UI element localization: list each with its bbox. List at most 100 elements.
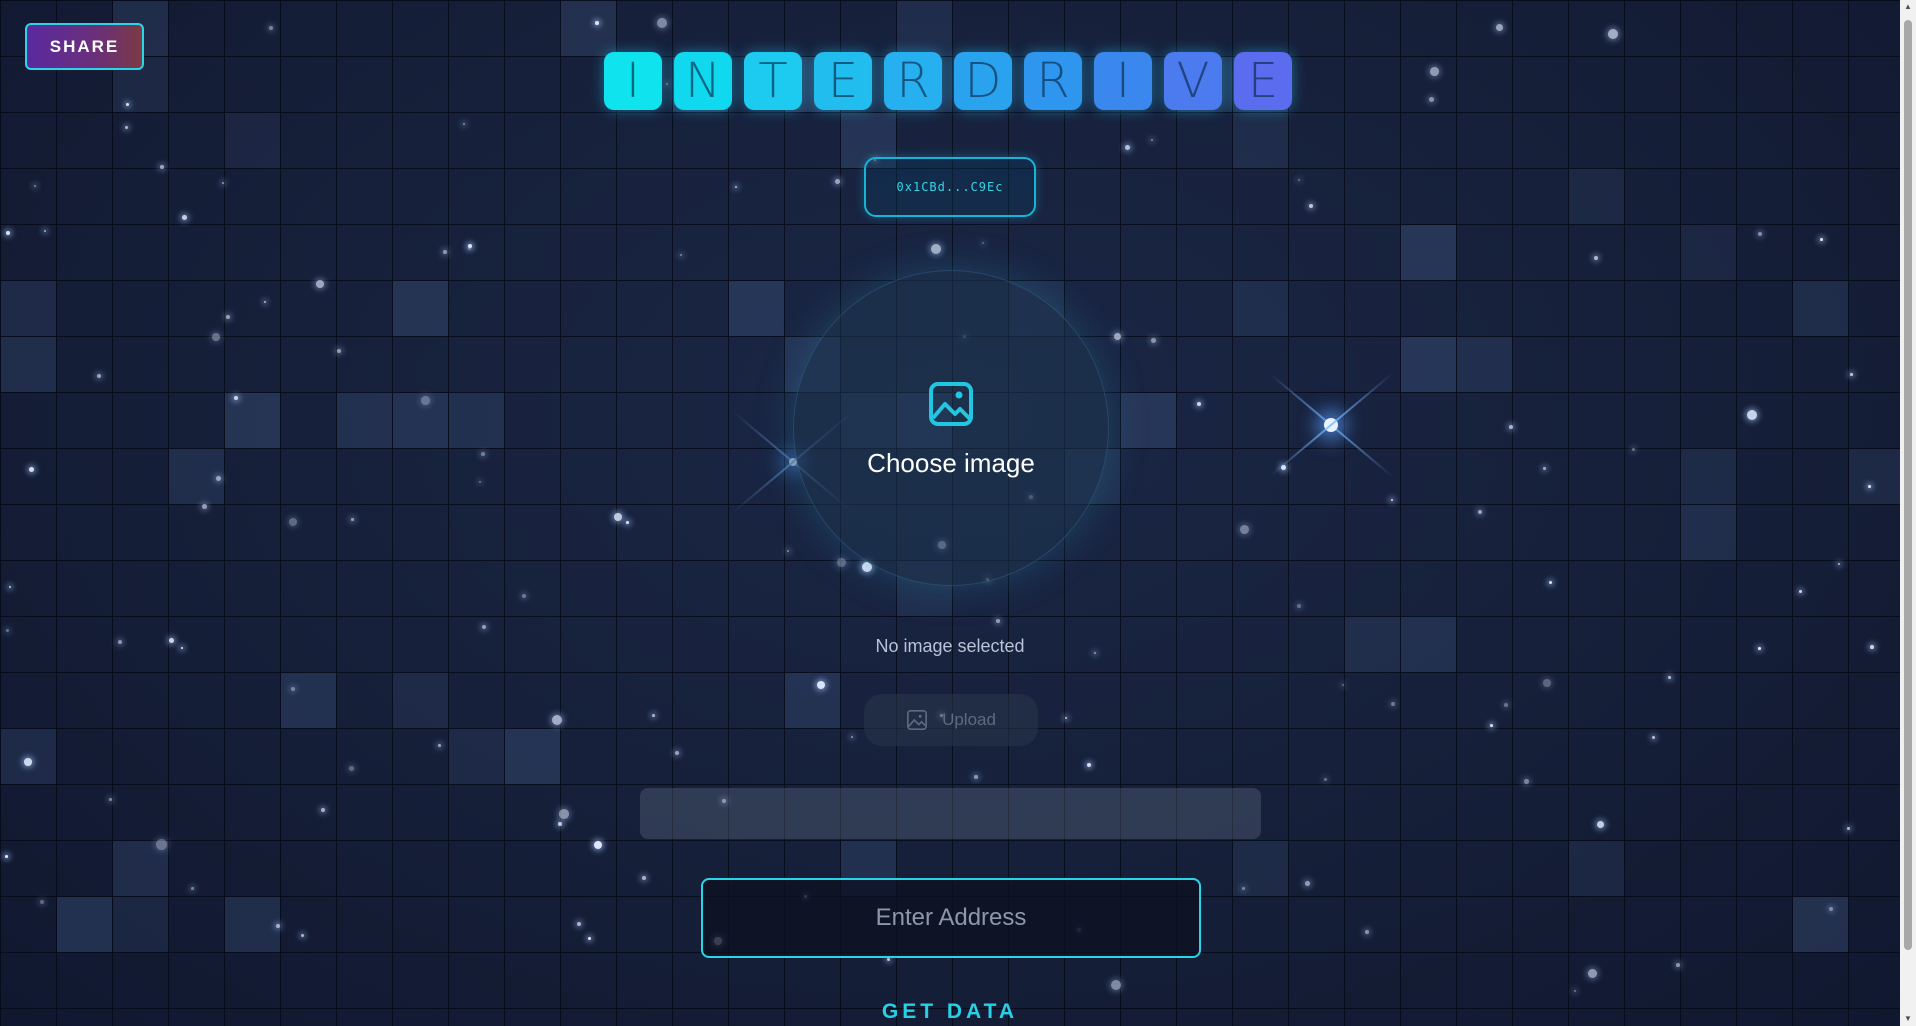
background-star (40, 900, 45, 905)
share-button[interactable]: SHARE (25, 23, 144, 70)
background-tile (1793, 281, 1848, 336)
background-star (289, 518, 297, 526)
background-star (577, 922, 582, 927)
background-star (1151, 338, 1156, 343)
background-star (982, 242, 985, 245)
choose-image-dropzone[interactable]: Choose image (793, 270, 1109, 586)
background-star (558, 822, 562, 826)
background-star (1391, 499, 1394, 502)
background-star (482, 625, 487, 630)
background-star (226, 315, 230, 319)
background-star (1490, 724, 1493, 727)
background-star (626, 521, 629, 524)
scroll-up-arrow-icon[interactable]: ▲ (1903, 2, 1913, 12)
background-star (1632, 448, 1636, 452)
background-star (479, 481, 482, 484)
background-star (588, 937, 591, 940)
background-tile (393, 673, 448, 728)
background-tile (225, 897, 280, 952)
background-star (1496, 24, 1504, 32)
background-star (837, 558, 846, 567)
background-star (1747, 410, 1758, 421)
background-star (97, 374, 102, 379)
background-star (675, 751, 680, 756)
background-star (5, 855, 8, 858)
scroll-down-arrow-icon[interactable]: ▼ (1903, 1014, 1913, 1024)
background-star (234, 396, 238, 400)
background-star (276, 924, 280, 928)
title-letter: N (674, 52, 732, 110)
background-star (1281, 465, 1286, 470)
wallet-address-badge[interactable]: 0x1CBd...C9Ec (864, 157, 1036, 217)
background-star (1608, 29, 1618, 39)
background-star (735, 186, 738, 189)
background-star (1588, 969, 1598, 979)
background-tile (1, 337, 56, 392)
background-tile (393, 281, 448, 336)
scrollbar-thumb[interactable] (1904, 20, 1912, 950)
background-star (1574, 990, 1577, 993)
star-flare (1251, 345, 1411, 505)
image-icon (929, 382, 973, 426)
background-star (652, 714, 655, 717)
background-tile (1569, 169, 1624, 224)
background-star (614, 513, 622, 521)
background-star (1868, 485, 1871, 488)
background-star (1365, 930, 1370, 935)
background-tile (729, 281, 784, 336)
get-data-button[interactable]: GET DATA (0, 1000, 1900, 1024)
background-tile (1681, 449, 1736, 504)
background-tile (1233, 841, 1288, 896)
app-title: INTERDRIVE (604, 52, 1292, 110)
background-star (552, 715, 563, 726)
background-tile (169, 449, 224, 504)
background-star (974, 775, 978, 779)
background-star (996, 619, 1000, 623)
background-tile (113, 841, 168, 896)
background-star (1309, 204, 1314, 209)
background-star (301, 934, 304, 937)
background-tile (1, 281, 56, 336)
background-star (1652, 736, 1656, 740)
background-star (817, 681, 826, 690)
background-star (269, 26, 273, 30)
background-star (125, 126, 129, 130)
background-star (34, 185, 37, 188)
background-star (887, 958, 891, 962)
address-input[interactable] (701, 878, 1201, 958)
file-status-text: No image selected (875, 636, 1025, 656)
background-tile (1793, 897, 1848, 952)
background-star (1478, 510, 1483, 515)
title-letter: E (814, 52, 872, 110)
background-tile (1457, 337, 1512, 392)
upload-button[interactable]: Upload (864, 694, 1038, 746)
background-star (24, 758, 32, 766)
background-star (337, 349, 342, 354)
background-star (44, 230, 47, 233)
background-star (835, 179, 840, 184)
background-star (1430, 67, 1439, 76)
background-tile (1233, 281, 1288, 336)
background-star (1065, 717, 1068, 720)
background-star (851, 736, 853, 738)
background-star (421, 396, 430, 405)
background-star (1847, 827, 1851, 831)
background-star (1838, 563, 1841, 566)
title-letter: I (604, 52, 662, 110)
background-star (291, 687, 295, 691)
background-tile (1569, 841, 1624, 896)
background-tile (785, 673, 840, 728)
background-tile (1121, 393, 1176, 448)
background-star (264, 301, 267, 304)
background-star (1668, 676, 1671, 679)
background-star (321, 808, 326, 813)
background-star (1240, 525, 1249, 534)
background-tile (1401, 337, 1456, 392)
background-star (1342, 684, 1345, 687)
background-star (1324, 778, 1328, 782)
background-star (522, 594, 527, 599)
background-tile (449, 729, 504, 784)
background-tile (1401, 225, 1456, 280)
background-star (1829, 907, 1834, 912)
background-star (1594, 256, 1598, 260)
